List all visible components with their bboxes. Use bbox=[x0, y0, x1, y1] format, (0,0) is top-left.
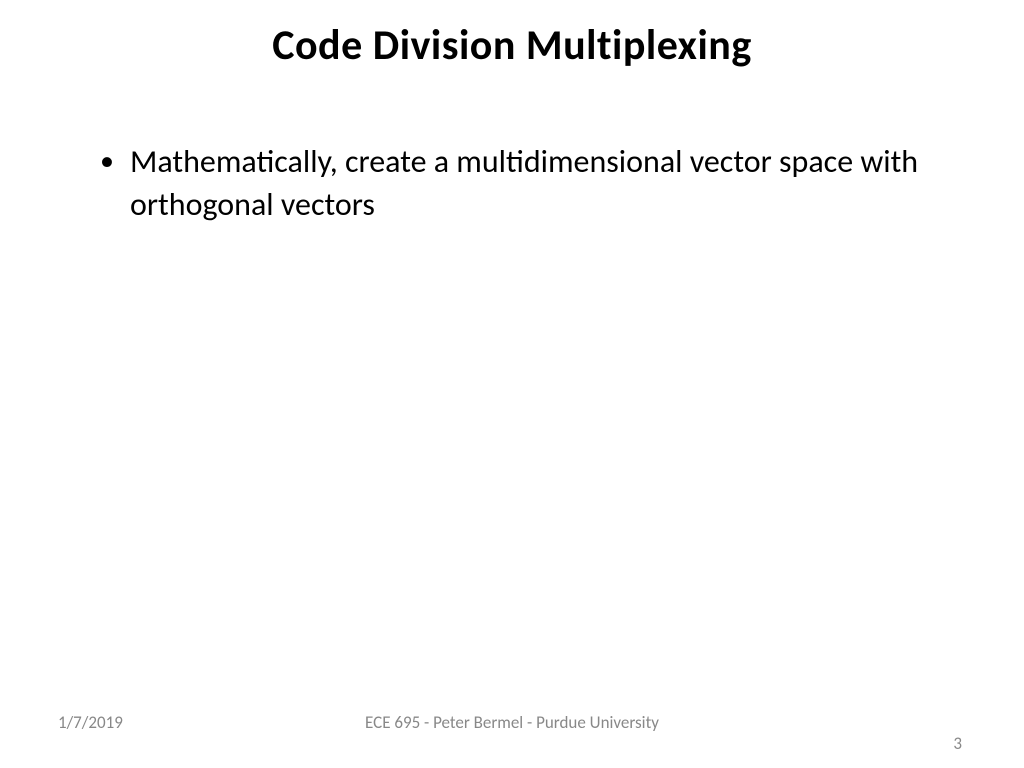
slide-title: Code Division Multiplexing bbox=[0, 20, 1024, 71]
bullet-text: Mathematically, create a multidimensiona… bbox=[130, 140, 964, 226]
footer-page-number: 3 bbox=[953, 733, 962, 754]
bullet-item: • Mathematically, create a multidimensio… bbox=[100, 140, 964, 226]
slide-footer: 1/7/2019 ECE 695 - Peter Bermel - Purdue… bbox=[0, 712, 1024, 733]
slide-body: • Mathematically, create a multidimensio… bbox=[100, 140, 964, 226]
footer-date: 1/7/2019 bbox=[58, 712, 123, 733]
footer-center: ECE 695 - Peter Bermel - Purdue Universi… bbox=[0, 712, 1024, 733]
bullet-marker: • bbox=[100, 142, 130, 180]
